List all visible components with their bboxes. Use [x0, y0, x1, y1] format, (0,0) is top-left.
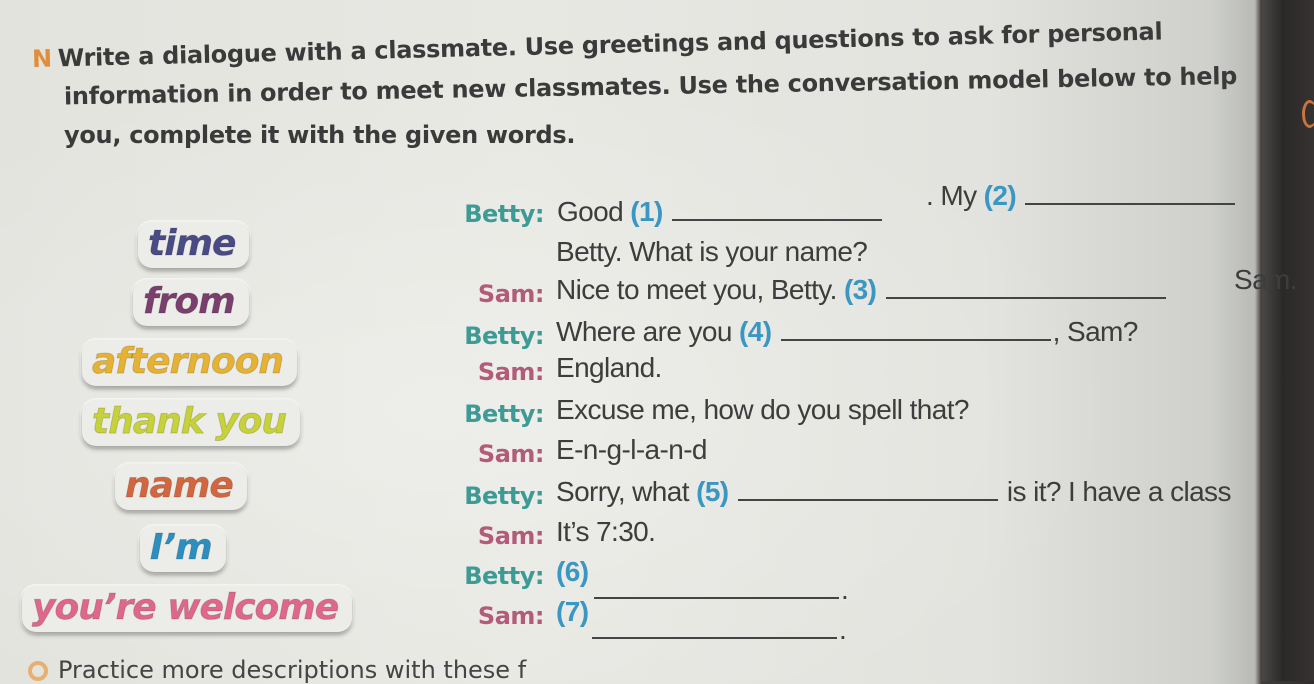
- blank-3-field[interactable]: [885, 297, 1166, 299]
- dialogue-line-10: (6): [556, 556, 589, 588]
- speaker-sam: Sam:: [477, 440, 545, 468]
- dialogue-line-3: Nice to meet you, Betty. (3): [556, 274, 1168, 306]
- dialogue-line-5: England.: [556, 352, 662, 383]
- dialogue-line-6: Excuse me, how do you spell that?: [556, 394, 969, 425]
- text: Nice to meet you, Betty.: [556, 274, 837, 305]
- bullet-circle-icon: [28, 661, 48, 681]
- speaker-sam: Sam:: [477, 522, 545, 550]
- word-chip-afternoon: afternoon: [82, 340, 298, 386]
- dialogue-line-1-cont: . My (2): [926, 180, 1237, 212]
- dialogue-line-7: E-n-g-l-a-n-d: [556, 434, 708, 465]
- word-chip-thank-you: thank you: [82, 400, 301, 446]
- next-page-bullet-icon: [1302, 100, 1314, 128]
- text: is it? I have a class: [1006, 476, 1232, 507]
- blank-number-7: (7): [556, 596, 589, 627]
- dialogue-line-4: Where are you (4) , Sam?: [556, 316, 1138, 348]
- blank-7-field[interactable]: [592, 637, 837, 639]
- word-chip-name: name: [115, 464, 247, 510]
- dialogue-line-11: (7): [556, 596, 589, 628]
- dialogue-line-8: Sorry, what (5) is it? I have a class: [556, 476, 1231, 508]
- blank-6-field[interactable]: [594, 597, 839, 599]
- text: . My: [926, 180, 977, 211]
- dialogue-line-1: Good (1): [557, 196, 884, 228]
- blank-number-5: (5): [696, 476, 729, 507]
- instruction-line-3: you, complete it with the given words.: [64, 121, 576, 149]
- text: Good: [557, 196, 624, 227]
- blank-2-field[interactable]: [1025, 203, 1236, 205]
- speaker-sam: Sam:: [477, 602, 545, 630]
- speaker-betty: Betty:: [464, 400, 544, 428]
- speaker-sam: Sam:: [477, 280, 545, 308]
- blank-1-field[interactable]: [671, 219, 882, 221]
- speaker-betty: Betty:: [464, 482, 544, 510]
- speaker-betty: Betty:: [464, 562, 544, 590]
- footer-instruction: Practice more descriptions with these f: [28, 656, 526, 684]
- blank-number-1: (1): [630, 196, 663, 227]
- dialogue-line-9: It’s 7:30.: [556, 516, 656, 547]
- speaker-betty: Betty:: [464, 200, 544, 228]
- blank-number-2: (2): [983, 180, 1017, 211]
- word-chip-youre-welcome: you’re welcome: [22, 586, 353, 632]
- word-chip-from: from: [133, 280, 249, 326]
- text: Where are you: [556, 316, 732, 347]
- dialogue-line-11-blank: .: [590, 614, 847, 646]
- blank-number-3: (3): [843, 274, 877, 305]
- dialogue-line-10-blank: .: [592, 574, 849, 606]
- blank-4-field[interactable]: [780, 339, 1051, 341]
- speaker-sam: Sam:: [477, 358, 545, 386]
- word-chip-time: time: [138, 222, 250, 268]
- blank-number-6: (6): [556, 556, 589, 587]
- text: .: [839, 614, 847, 645]
- text: .: [841, 574, 849, 605]
- dialogue-line-3-end: Sam.: [1234, 264, 1298, 295]
- blank-5-field[interactable]: [737, 499, 998, 501]
- text: Sorry, what: [556, 476, 690, 507]
- blank-number-4: (4): [739, 316, 772, 347]
- footer-text: Practice more descriptions with these f: [58, 656, 527, 684]
- task-letter: N: [31, 44, 53, 73]
- text: , Sam?: [1052, 316, 1139, 347]
- instruction-text: N Write a dialogue with a classmate. Use …: [31, 17, 1262, 154]
- speaker-betty: Betty:: [464, 322, 544, 350]
- dialogue-line-2: Betty. What is your name?: [556, 236, 868, 267]
- word-chip-im: I’m: [140, 526, 226, 572]
